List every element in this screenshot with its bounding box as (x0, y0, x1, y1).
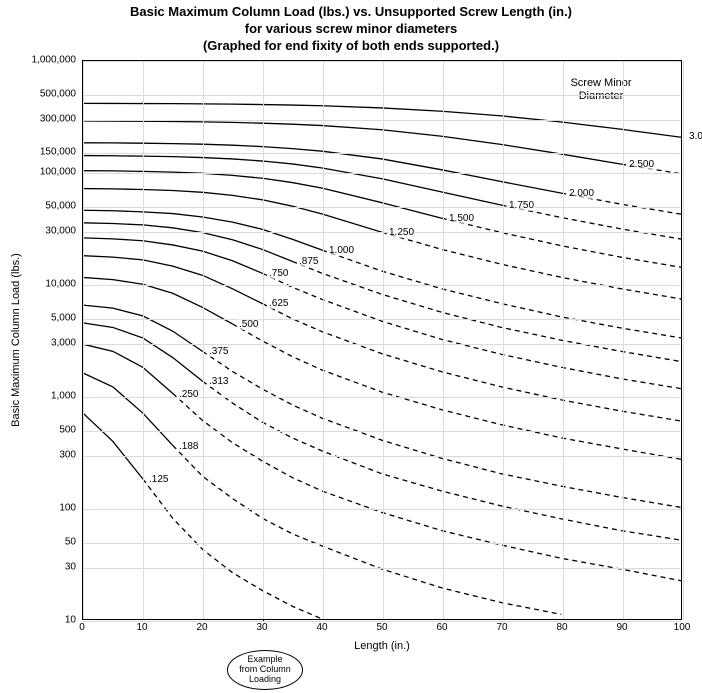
series-label: 1.500 (448, 213, 475, 224)
series-1.250-dashed (382, 232, 681, 299)
y-tick-label: 300 (30, 449, 76, 460)
x-tick-label: 70 (496, 622, 507, 633)
series-label: 1.000 (328, 245, 355, 256)
y-tick-label: 1,000 (30, 391, 76, 402)
chart-title: Basic Maximum Column Load (lbs.) vs. Uns… (0, 4, 702, 55)
y-tick-label: 1,000,000 (30, 55, 76, 66)
series-1.000-dashed (322, 250, 681, 338)
y-tick-label: 100 (30, 503, 76, 514)
chart-title-line2: for various screw minor diameters (0, 21, 702, 38)
series-.750 (83, 238, 262, 273)
y-tick-label: 300,000 (30, 113, 76, 124)
series-.625-dashed (262, 304, 681, 421)
y-tick-label: 100,000 (30, 167, 76, 178)
y-tick-label: 50 (30, 536, 76, 547)
series-.125-dashed (143, 479, 322, 619)
y-tick-label: 10 (30, 615, 76, 626)
series-label: 3.000 (688, 131, 702, 142)
series-label: 2.000 (568, 188, 595, 199)
legend-title: Screw MinorDiameter (561, 77, 641, 103)
y-tick-label: 10,000 (30, 279, 76, 290)
y-tick-label: 500 (30, 424, 76, 435)
y-tick-label: 3,000 (30, 337, 76, 348)
y-tick-label: 500,000 (30, 88, 76, 99)
plot-rect: Screw MinorDiameter .125 .188 .250 .313 .375… (82, 60, 682, 620)
series-1.250 (83, 189, 382, 233)
x-tick-label: 20 (196, 622, 207, 633)
x-tick-label: 90 (616, 622, 627, 633)
series-label: .313 (208, 376, 229, 387)
series-label: 2.500 (628, 159, 655, 170)
series-label: .125 (148, 474, 169, 485)
x-tick-label: 80 (556, 622, 567, 633)
series-label: .250 (178, 389, 199, 400)
x-axis-label: Length (in.) (82, 640, 682, 652)
series-2.500 (83, 121, 621, 164)
series-label: .750 (268, 268, 289, 279)
example-callout: Examplefrom ColumnLoading (227, 650, 303, 690)
x-tick-label: 60 (436, 622, 447, 633)
y-axis-ticks: 1030501003005001,0003,0005,00010,00030,0… (30, 60, 78, 620)
y-axis-label: Basic Maximum Column Load (lbs.) (6, 60, 26, 620)
series-.188 (83, 373, 173, 445)
series-label: 1.750 (508, 200, 535, 211)
x-axis-ticks: 0102030405060708090100 (82, 622, 682, 638)
y-tick-label: 150,000 (30, 147, 76, 158)
series-.250-dashed (173, 393, 681, 580)
y-tick-label: 30,000 (30, 225, 76, 236)
x-tick-label: 30 (256, 622, 267, 633)
series-label: .188 (178, 441, 199, 452)
series-label: .625 (268, 298, 289, 309)
x-tick-label: 100 (674, 622, 691, 633)
x-tick-label: 0 (79, 622, 85, 633)
x-tick-label: 50 (376, 622, 387, 633)
series-.125 (83, 413, 143, 479)
x-tick-label: 40 (316, 622, 327, 633)
series-.313-dashed (203, 381, 681, 540)
x-tick-label: 10 (136, 622, 147, 633)
plot-area: Basic Maximum Column Load (lbs.) 1030501… (30, 60, 690, 660)
chart-page: Basic Maximum Column Load (lbs.) vs. Uns… (0, 0, 702, 693)
series-.750-dashed (262, 273, 681, 388)
chart-title-line3: (Graphed for end fixity of both ends sup… (0, 38, 702, 55)
y-tick-label: 5,000 (30, 312, 76, 323)
series-label: 1.250 (388, 227, 415, 238)
series-label: .875 (298, 256, 319, 267)
series-1.750 (83, 156, 502, 206)
series-.250 (83, 344, 173, 393)
series-1.500-dashed (442, 218, 681, 267)
chart-svg (83, 61, 681, 619)
y-tick-label: 30 (30, 561, 76, 572)
y-tick-label: 50,000 (30, 200, 76, 211)
series-.375-dashed (203, 351, 681, 507)
series-label: .500 (238, 319, 259, 330)
series-label: .375 (208, 346, 229, 357)
chart-title-line1: Basic Maximum Column Load (lbs.) vs. Uns… (0, 4, 702, 21)
